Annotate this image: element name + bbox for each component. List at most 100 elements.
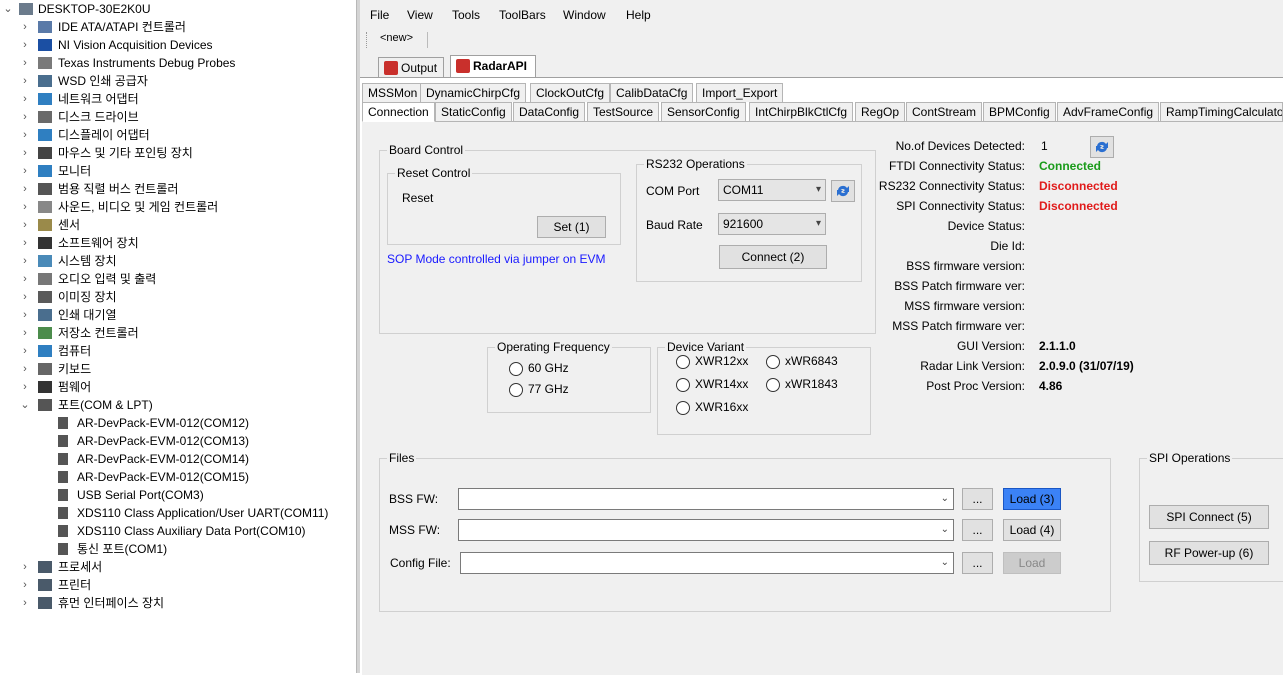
- tree-port-label: AR-DevPack-EVM-012(COM13): [77, 434, 250, 448]
- status-label: Radar Link Version:: [920, 359, 1025, 373]
- menu-view[interactable]: View: [407, 4, 433, 26]
- board-control-group: Board Control Reset Control Reset Set (1…: [379, 143, 876, 334]
- tab-connection[interactable]: Connection: [362, 102, 435, 122]
- toolbar-grip[interactable]: [366, 32, 369, 48]
- tab-regop[interactable]: RegOp: [855, 102, 906, 121]
- devices-detected-label: No.of Devices Detected:: [895, 139, 1025, 153]
- computer-icon: [19, 3, 33, 15]
- tab-contstream[interactable]: ContStream: [906, 102, 983, 121]
- chevron-right-icon[interactable]: ›: [20, 216, 30, 234]
- tab-import-export[interactable]: Import_Export: [696, 83, 784, 102]
- load-button[interactable]: Load: [1003, 552, 1061, 574]
- chevron-right-icon[interactable]: ›: [20, 18, 30, 36]
- chevron-right-icon[interactable]: ›: [20, 270, 30, 288]
- file-path-select[interactable]: ⌄: [458, 519, 954, 541]
- chevron-right-icon[interactable]: ›: [20, 360, 30, 378]
- refresh-icon: [837, 185, 849, 197]
- chevron-right-icon[interactable]: ›: [20, 36, 30, 54]
- doc-tab-output[interactable]: Output: [378, 57, 444, 78]
- chevron-right-icon[interactable]: ›: [20, 126, 30, 144]
- status-label: Post Proc Version:: [926, 379, 1025, 393]
- debug-probe-icon: [38, 57, 52, 69]
- chevron-right-icon[interactable]: ›: [20, 54, 30, 72]
- load-button[interactable]: Load (3): [1003, 488, 1061, 510]
- tab-testsource[interactable]: TestSource: [587, 102, 660, 121]
- chevron-right-icon[interactable]: ›: [20, 234, 30, 252]
- chevron-right-icon[interactable]: ›: [20, 144, 30, 162]
- tree-category-label: 프로세서: [58, 560, 103, 574]
- connect-button[interactable]: Connect (2): [719, 245, 827, 269]
- chevron-right-icon[interactable]: ›: [20, 162, 30, 180]
- board-control-title: Board Control: [387, 143, 466, 157]
- tab-sensorconfig[interactable]: SensorConfig: [661, 102, 746, 121]
- chevron-right-icon[interactable]: ›: [20, 108, 30, 126]
- new-button[interactable]: <new>: [380, 32, 413, 44]
- tree-category-label: 디스크 드라이브: [58, 110, 139, 124]
- radio-xwr1843[interactable]: [766, 378, 780, 392]
- chevron-right-icon[interactable]: ›: [20, 252, 30, 270]
- toolbar-separator: [427, 32, 428, 48]
- tab-dataconfig[interactable]: DataConfig: [513, 102, 586, 121]
- rf-powerup-button[interactable]: RF Power-up (6): [1149, 541, 1269, 565]
- tree-category-label: WSD 인쇄 공급자: [58, 74, 148, 88]
- tree-category-label: 시스템 장치: [58, 254, 117, 268]
- status-value: 2.0.9.0 (31/07/19): [1039, 359, 1134, 373]
- tab-dynamicchirpcfg[interactable]: DynamicChirpCfg: [420, 83, 527, 102]
- file-path-select[interactable]: ⌄: [458, 488, 954, 510]
- chevron-right-icon[interactable]: ›: [20, 594, 30, 612]
- radio-xwr16xx[interactable]: [676, 401, 690, 415]
- com-port-select[interactable]: COM11 ▾: [718, 179, 826, 201]
- chevron-right-icon[interactable]: ›: [20, 378, 30, 396]
- tab-mssmon[interactable]: MSSMon: [362, 83, 424, 102]
- chevron-right-icon[interactable]: ›: [20, 306, 30, 324]
- chevron-right-icon[interactable]: ›: [20, 288, 30, 306]
- operating-frequency-title: Operating Frequency: [495, 340, 612, 354]
- browse-button[interactable]: ...: [962, 519, 993, 541]
- chevron-right-icon[interactable]: ›: [20, 558, 30, 576]
- browse-button[interactable]: ...: [962, 552, 993, 574]
- chevron-right-icon[interactable]: ›: [20, 198, 30, 216]
- tab-clockoutcfg[interactable]: ClockOutCfg: [530, 83, 611, 102]
- chevron-right-icon[interactable]: ›: [20, 90, 30, 108]
- spi-connect-button[interactable]: SPI Connect (5): [1149, 505, 1269, 529]
- chevron-right-icon[interactable]: ›: [20, 342, 30, 360]
- menu-file[interactable]: File: [370, 4, 389, 26]
- radio-xwr6843[interactable]: [766, 355, 780, 369]
- tree-port-label: 통신 포트(COM1): [77, 542, 168, 556]
- refresh-devices-button[interactable]: [1090, 136, 1114, 158]
- load-button[interactable]: Load (4): [1003, 519, 1061, 541]
- baud-rate-select[interactable]: 921600 ▾: [718, 213, 826, 235]
- menu-window[interactable]: Window: [563, 4, 606, 26]
- menu-tools[interactable]: Tools: [452, 4, 480, 26]
- tree-port-label: XDS110 Class Application/User UART(COM11…: [77, 506, 329, 520]
- radio-60ghz[interactable]: [509, 362, 523, 376]
- tab-bpmconfig[interactable]: BPMConfig: [983, 102, 1056, 121]
- chevron-right-icon[interactable]: ›: [20, 180, 30, 198]
- chevron-down-icon[interactable]: ⌄: [20, 396, 30, 414]
- file-path-select[interactable]: ⌄: [460, 552, 954, 574]
- tab-advframeconfig[interactable]: AdvFrameConfig: [1057, 102, 1160, 121]
- tab-intchirpblkctlcfg[interactable]: IntChirpBlkCtlCfg: [749, 102, 854, 121]
- connection-panel: Board Control Reset Control Reset Set (1…: [362, 121, 1283, 675]
- browse-button[interactable]: ...: [962, 488, 993, 510]
- doc-tab-radarapi[interactable]: RadarAPI: [450, 55, 536, 78]
- com-port-value: COM11: [723, 183, 764, 197]
- tab-ramptimingcalculator[interactable]: RampTimingCalculato: [1160, 102, 1283, 121]
- chevron-right-icon[interactable]: ›: [20, 324, 30, 342]
- tree-port-label: AR-DevPack-EVM-012(COM15): [77, 470, 250, 484]
- set-button[interactable]: Set (1): [537, 216, 606, 238]
- chevron-right-icon[interactable]: ›: [20, 72, 30, 90]
- monitor-icon: [38, 165, 52, 177]
- tab-calibdatacfg[interactable]: CalibDataCfg: [610, 83, 694, 102]
- radio-xwr14xx[interactable]: [676, 378, 690, 392]
- processor-icon: [38, 561, 52, 573]
- radio-xwr12xx[interactable]: [676, 355, 690, 369]
- chevron-right-icon[interactable]: ›: [20, 576, 30, 594]
- chevron-down-icon[interactable]: ⌄: [3, 0, 13, 18]
- menu-toolbars[interactable]: ToolBars: [499, 4, 546, 26]
- tab-staticconfig[interactable]: StaticConfig: [435, 102, 512, 121]
- radio-77ghz[interactable]: [509, 383, 523, 397]
- refresh-icon: [1096, 141, 1108, 153]
- refresh-ports-button[interactable]: [831, 180, 855, 202]
- menu-help[interactable]: Help: [626, 4, 651, 26]
